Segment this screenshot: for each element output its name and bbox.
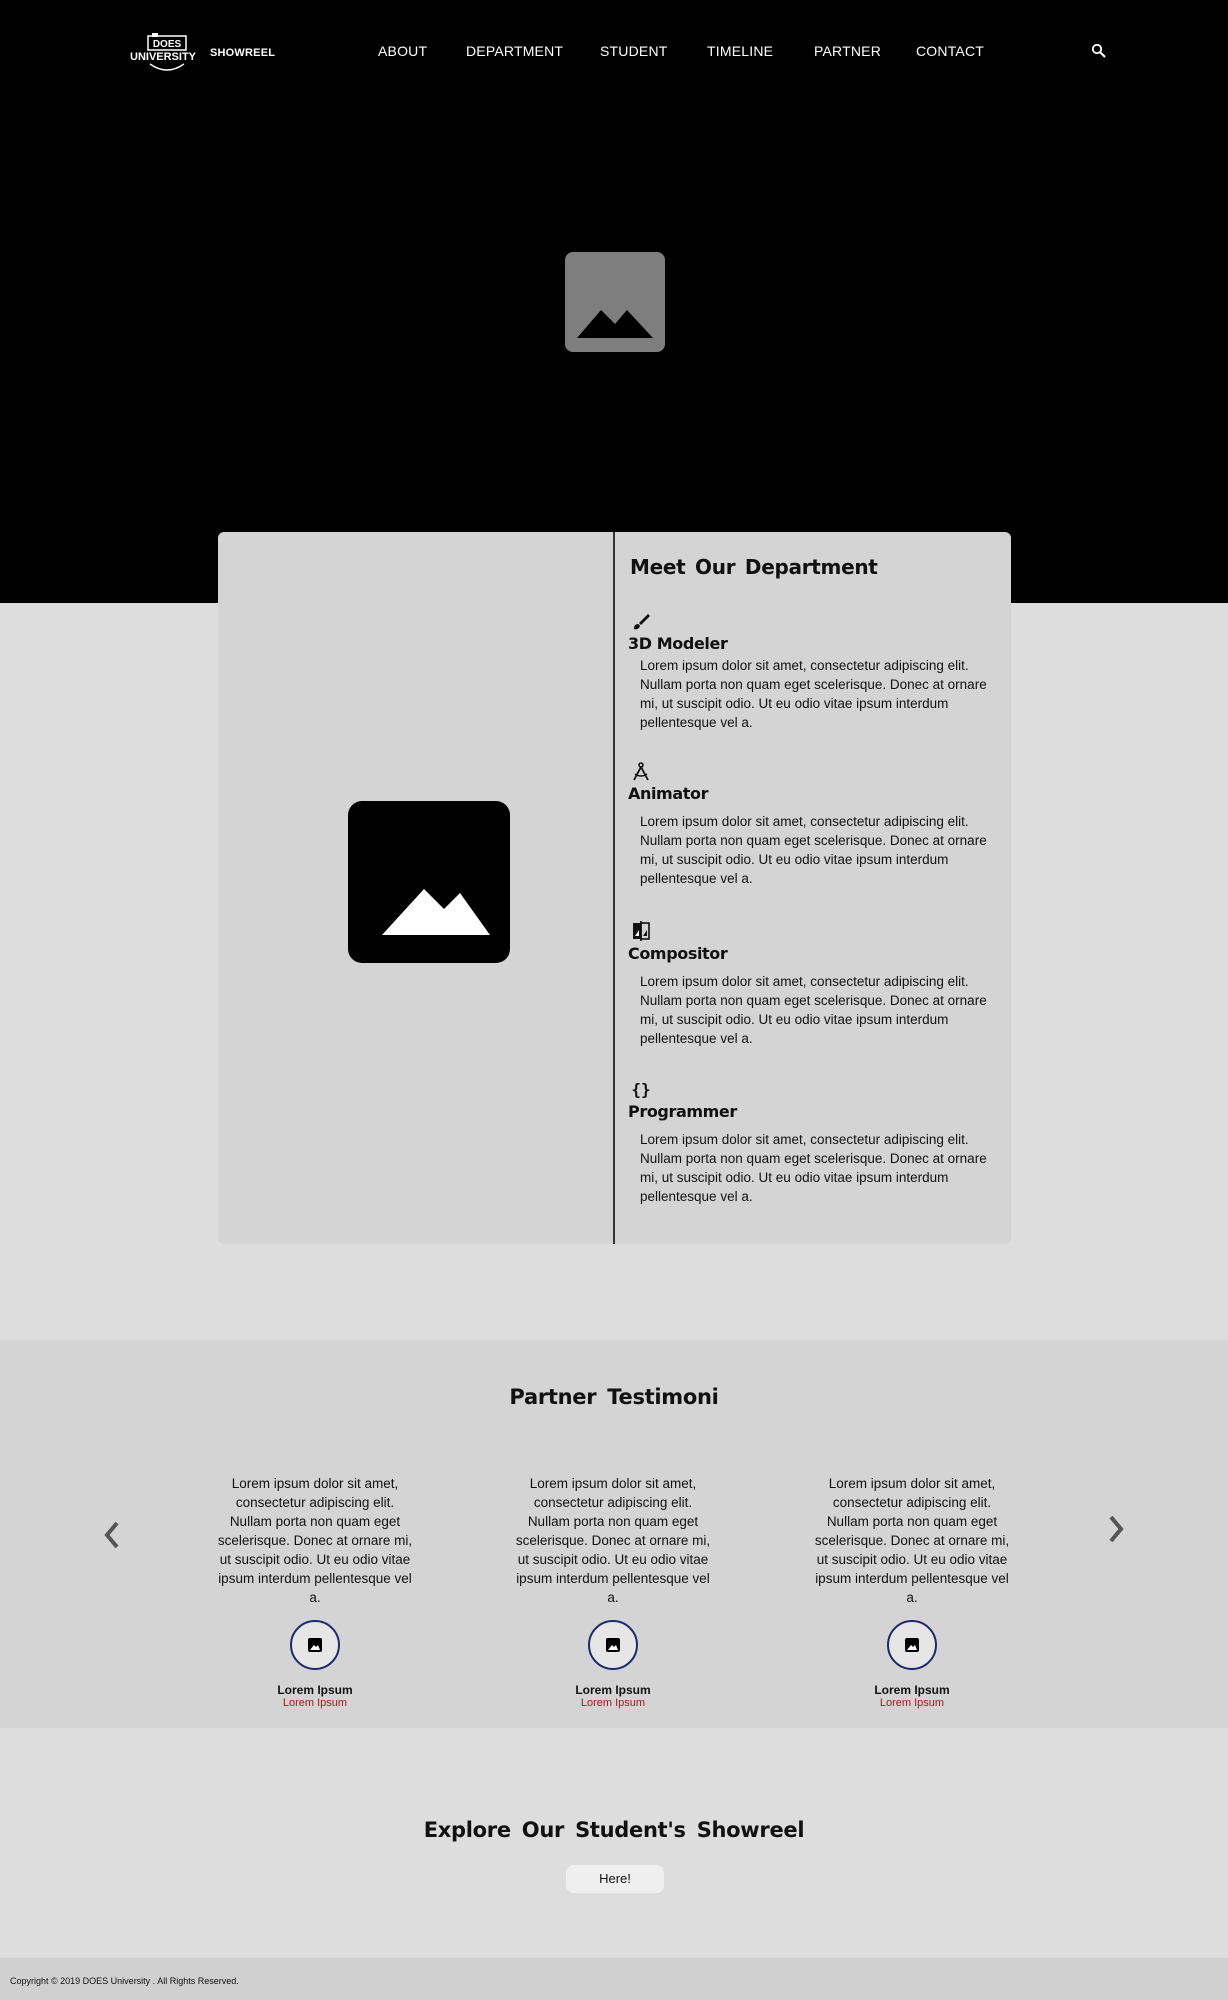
department-card: Meet Our Department 3D Modeler Lorem ips… [218,532,1011,1244]
image-placeholder-icon [905,1638,919,1652]
main-nav: ABOUT DEPARTMENT STUDENT TIMELINE PARTNE… [0,43,1228,59]
role-description: Lorem ipsum dolor sit amet, consectetur … [640,1132,987,1204]
hero-section: DOES UNIVERSITY SHOWREEL ABOUT DEPARTMEN… [0,0,1228,603]
department-image-placeholder-icon [348,801,510,963]
testimonial-card: Lorem ipsum dolor sit amet, consectetur … [812,1474,1012,1709]
compare-icon [630,920,652,942]
testimonial-quote: Lorem ipsum dolor sit amet, consectetur … [515,1476,711,1605]
search-icon[interactable] [1090,42,1108,60]
testimonial-name: Lorem Ipsum [575,1683,651,1697]
copyright-text: Copyright © 2019 DOES University . All R… [10,1976,239,1986]
role-description: Lorem ipsum dolor sit amet, consectetur … [640,658,987,730]
code-braces-icon: {} [630,1078,652,1100]
nav-partner[interactable]: PARTNER [814,43,881,59]
testimonial-title: Partner Testimoni [509,1385,719,1409]
compass-icon [630,760,652,782]
role-name: 3D Modeler [628,634,728,653]
testimonial-name: Lorem Ipsum [277,1683,353,1697]
role-description: Lorem ipsum dolor sit amet, consectetur … [640,814,987,886]
avatar [290,1620,340,1670]
testimonial-role: Lorem Ipsum [879,1697,945,1709]
role-name: Programmer [628,1102,737,1121]
nav-timeline[interactable]: TIMELINE [707,43,773,59]
chevron-left-icon[interactable] [100,1518,124,1552]
footer: Copyright © 2019 DOES University . All R… [0,1958,1228,2000]
avatar [887,1620,937,1670]
department-title: Meet Our Department [630,555,878,579]
testimonial-quote: Lorem ipsum dolor sit amet, consectetur … [814,1476,1010,1605]
nav-department[interactable]: DEPARTMENT [466,43,563,59]
role-name: Animator [628,784,709,803]
nav-about[interactable]: ABOUT [378,43,427,59]
testimonial-card: Lorem ipsum dolor sit amet, consectetur … [513,1474,713,1709]
testimonial-role: Lorem Ipsum [282,1697,348,1709]
nav-student[interactable]: STUDENT [600,43,668,59]
partner-testimonial-section: Partner Testimoni Lorem ipsum dolor sit … [0,1340,1228,1728]
chevron-right-icon[interactable] [1104,1512,1128,1546]
department-divider [613,532,615,1244]
nav-contact[interactable]: CONTACT [916,43,984,59]
hero-image-placeholder-icon [565,252,665,352]
avatar [588,1620,638,1670]
testimonial-card: Lorem ipsum dolor sit amet, consectetur … [215,1474,415,1709]
testimonial-quote: Lorem ipsum dolor sit amet, consectetur … [217,1476,413,1605]
image-placeholder-icon [606,1638,620,1652]
testimonial-name: Lorem Ipsum [874,1683,950,1697]
role-description: Lorem ipsum dolor sit amet, consectetur … [640,974,987,1046]
svg-text:{}: {} [631,1080,650,1099]
showreel-title: Explore Our Student's Showreel [423,1818,805,1842]
image-placeholder-icon [308,1638,322,1652]
testimonial-role: Lorem Ipsum [580,1697,646,1709]
brush-icon [630,610,652,632]
here-button[interactable]: Here! [566,1865,664,1893]
role-name: Compositor [628,944,728,963]
